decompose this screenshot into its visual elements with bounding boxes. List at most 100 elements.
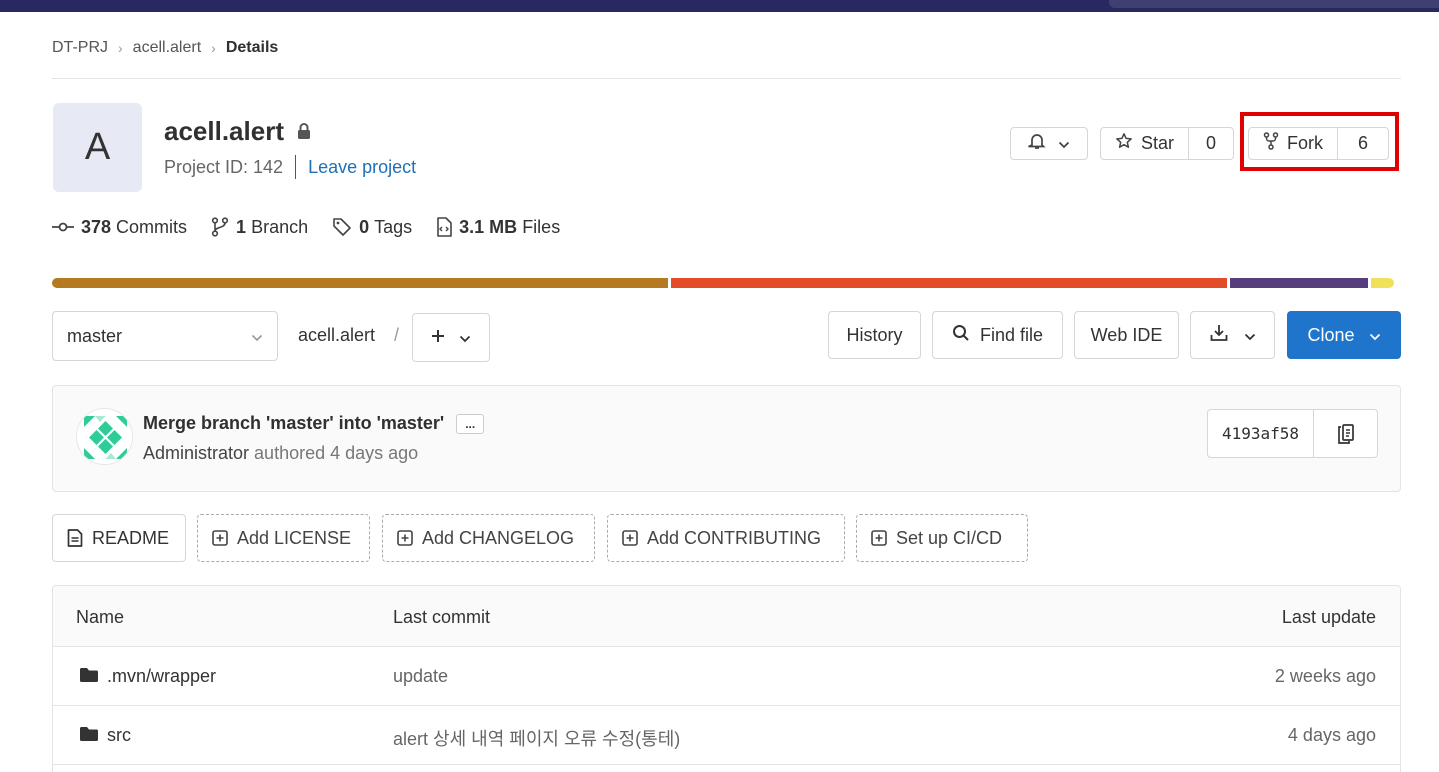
clone-label: Clone: [1307, 324, 1355, 345]
file-commit-message-link[interactable]: alert 상세 내역 페이지 오류 수정(통테): [393, 725, 680, 751]
clipboard-icon: [1337, 423, 1354, 444]
add-license-label: Add LICENSE: [237, 527, 352, 548]
plus-square-icon: [871, 530, 887, 546]
star-label: Star: [1141, 133, 1175, 153]
file-name-link[interactable]: src: [107, 725, 131, 746]
find-file-label: Find file: [979, 324, 1044, 345]
add-contributing-label: Add CONTRIBUTING: [647, 527, 822, 548]
copy-sha-button[interactable]: [1314, 423, 1377, 444]
document-icon: [67, 529, 83, 547]
setup-cicd-label: Set up CI/CD: [896, 527, 1003, 548]
page-title: acell.alert: [164, 116, 312, 147]
download-dropdown[interactable]: [1190, 311, 1275, 359]
file-last-update: 4 days ago: [1287, 725, 1376, 745]
chevron-right-icon: ›: [118, 40, 123, 56]
breadcrumb-project-link[interactable]: acell.alert: [133, 39, 201, 57]
commit-author-link[interactable]: Administrator: [143, 443, 249, 463]
files-stat[interactable]: 3.1 MB Files: [436, 217, 560, 238]
toggle-commit-description-button[interactable]: ...: [456, 413, 485, 434]
table-row[interactable]: .mvn/wrapper update 2 weeks ago: [53, 647, 1400, 706]
star-icon: [1115, 132, 1133, 155]
language-segment: [671, 278, 1227, 288]
chevron-right-icon: ›: [211, 40, 216, 56]
commit-title: Merge branch 'master' into 'master' ...: [143, 413, 485, 434]
find-file-button[interactable]: Find file: [932, 311, 1063, 359]
column-header-last-commit: Last commit: [393, 607, 491, 627]
search-icon: [952, 324, 970, 347]
breadcrumb-group-link[interactable]: DT-PRJ: [52, 39, 108, 57]
history-button[interactable]: History: [828, 311, 921, 359]
project-name: acell.alert: [164, 116, 284, 146]
file-commit-message-link[interactable]: update: [393, 666, 448, 687]
readme-label: README: [92, 527, 170, 548]
commit-author-line: Administrator authored 4 days ago: [143, 443, 418, 464]
add-to-tree-dropdown[interactable]: [412, 313, 490, 362]
commits-stat[interactable]: 378 Commits: [52, 217, 187, 238]
language-segment: [1371, 278, 1394, 288]
add-license-button[interactable]: Add LICENSE: [197, 514, 370, 562]
path-separator: /: [394, 325, 400, 345]
project-stats: 378 Commits 1 Branch 0 Tags 3.1 MB Files: [52, 214, 584, 240]
commit-message-link[interactable]: Merge branch 'master' into 'master': [143, 413, 444, 434]
files-label: Files: [522, 216, 561, 237]
chevron-down-icon: [1058, 133, 1070, 154]
folder-icon: [79, 726, 99, 747]
author-avatar[interactable]: [76, 408, 133, 465]
files-size: 3.1 MB: [459, 216, 518, 237]
commit-sha-group: 4193af58: [1207, 409, 1378, 458]
branch-name: master: [67, 325, 123, 346]
setup-cicd-button[interactable]: Set up CI/CD: [856, 514, 1028, 562]
file-icon: [437, 217, 452, 237]
project-meta: Project ID: 142 Leave project: [164, 155, 416, 179]
table-header: Name Last commit Last update: [53, 586, 1400, 647]
download-icon: [1210, 324, 1228, 347]
clone-dropdown-button[interactable]: Clone: [1287, 311, 1401, 359]
project-avatar: A: [53, 103, 142, 192]
last-commit-panel: Merge branch 'master' into 'master' ... …: [52, 385, 1401, 492]
chevron-down-icon: [459, 327, 471, 348]
tags-label: Tags: [374, 216, 413, 237]
table-row[interactable]: src alert 상세 내역 페이지 오류 수정(통테) 4 days ago: [53, 706, 1400, 765]
chevron-down-icon: [1369, 325, 1381, 346]
repository-language-bar: [52, 278, 1401, 288]
fork-highlight-box: [1240, 112, 1399, 171]
divider: [295, 155, 297, 179]
lock-icon: [296, 116, 312, 147]
commits-label: Commits: [116, 216, 188, 237]
plus-square-icon: [397, 530, 413, 546]
star-label-group[interactable]: Star: [1101, 128, 1190, 159]
repo-path[interactable]: acell.alert: [298, 325, 375, 346]
add-contributing-button[interactable]: Add CONTRIBUTING: [607, 514, 845, 562]
branch-count: 1: [236, 216, 247, 237]
search-box[interactable]: [1109, 0, 1439, 8]
add-changelog-label: Add CHANGELOG: [422, 527, 575, 548]
star-count[interactable]: 0: [1189, 133, 1233, 154]
plus-icon: [431, 327, 445, 348]
language-segment: [52, 278, 668, 288]
add-changelog-button[interactable]: Add CHANGELOG: [382, 514, 595, 562]
language-segment: [1230, 278, 1368, 288]
leave-project-link[interactable]: Leave project: [308, 157, 416, 178]
web-ide-button[interactable]: Web IDE: [1074, 311, 1179, 359]
chevron-down-icon: [1244, 325, 1256, 346]
branch-selector[interactable]: master: [52, 311, 278, 361]
commit-icon: [52, 222, 74, 232]
chevron-down-icon: [251, 326, 263, 347]
plus-square-icon: [622, 530, 638, 546]
star-button[interactable]: Star 0: [1100, 127, 1234, 160]
folder-icon: [79, 667, 99, 688]
tags-count: 0: [359, 216, 370, 237]
notification-dropdown[interactable]: [1010, 127, 1088, 160]
divider: [52, 78, 1401, 79]
breadcrumb-current: Details: [225, 39, 279, 56]
project-id: Project ID: 142: [164, 156, 284, 177]
file-name-link[interactable]: .mvn/wrapper: [107, 666, 216, 687]
readme-button[interactable]: README: [52, 514, 186, 562]
tag-icon: [333, 218, 351, 236]
branches-stat[interactable]: 1 Branch: [211, 217, 308, 238]
file-last-update: 2 weeks ago: [1274, 666, 1376, 686]
commit-sha[interactable]: 4193af58: [1208, 410, 1315, 457]
tags-stat[interactable]: 0 Tags: [332, 217, 412, 238]
commit-time: authored 4 days ago: [254, 443, 419, 463]
top-navigation-bar: [0, 0, 1439, 12]
